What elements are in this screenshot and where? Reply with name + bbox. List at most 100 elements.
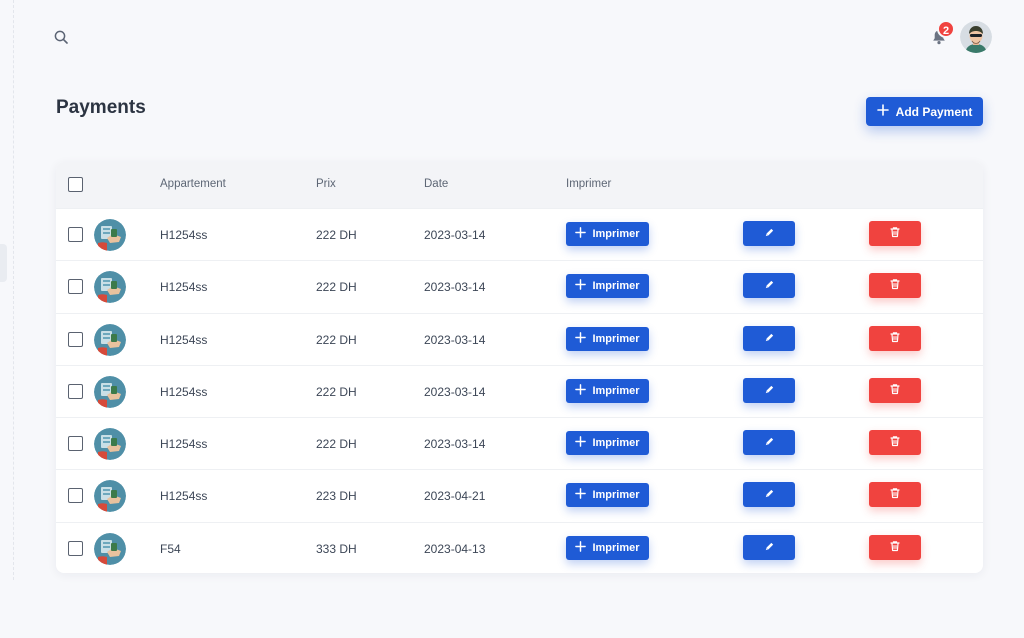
appartement-cell: H1254ss: [160, 332, 208, 347]
print-button[interactable]: Imprimer: [566, 274, 649, 299]
plus-icon: [575, 279, 587, 293]
column-header-appartement: Appartement: [160, 178, 226, 190]
table-row: H1254ss 222 DH 2023-03-14 Imprimer: [56, 417, 983, 469]
edit-button[interactable]: [743, 221, 795, 246]
trash-icon: [889, 331, 901, 346]
date-cell: 2023-03-14: [424, 280, 486, 295]
print-label: Imprimer: [592, 280, 640, 293]
table-row: H1254ss 222 DH 2023-03-14 Imprimer: [56, 208, 983, 260]
trash-icon: [889, 226, 901, 241]
plus-icon: [575, 331, 587, 346]
prix-cell: 222 DH: [316, 280, 357, 295]
row-checkbox[interactable]: [68, 488, 83, 504]
appartement-cell: H1254ss: [160, 280, 208, 295]
delete-button[interactable]: [869, 430, 921, 456]
table-row: H1254ss 222 DH 2023-03-14 Imprimer: [56, 312, 983, 365]
print-label: Imprimer: [592, 332, 640, 345]
delete-button[interactable]: [869, 221, 921, 246]
pencil-icon: [764, 278, 775, 293]
print-button[interactable]: Imprimer: [566, 431, 649, 456]
pencil-icon: [764, 383, 775, 398]
edit-button[interactable]: [743, 377, 795, 403]
column-header-prix: Prix: [316, 178, 336, 190]
apartment-thumbnail: [94, 428, 126, 461]
row-checkbox[interactable]: [68, 279, 83, 295]
print-label: Imprimer: [592, 384, 640, 397]
sidebar-rail: [0, 0, 14, 580]
delete-button[interactable]: [869, 273, 921, 299]
sidebar-toggle[interactable]: [0, 244, 7, 282]
row-checkbox[interactable]: [68, 540, 83, 556]
prix-cell: 222 DH: [316, 228, 357, 242]
delete-button[interactable]: [869, 325, 921, 351]
date-cell: 2023-03-14: [424, 437, 486, 452]
trash-icon: [889, 278, 901, 293]
page-title: Payments: [56, 97, 146, 118]
row-checkbox[interactable]: [68, 383, 83, 399]
apartment-thumbnail: [94, 219, 126, 251]
user-avatar[interactable]: [960, 21, 992, 53]
print-button[interactable]: Imprimer: [566, 483, 649, 508]
row-checkbox[interactable]: [68, 436, 83, 452]
edit-button[interactable]: [743, 482, 795, 508]
appartement-cell: H1254ss: [160, 228, 208, 242]
row-checkbox[interactable]: [68, 331, 83, 347]
table-row: H1254ss 223 DH 2023-04-21 Imprimer: [56, 469, 983, 521]
prix-cell: 223 DH: [316, 489, 357, 504]
plus-icon: [575, 436, 587, 450]
apartment-thumbnail: [94, 532, 126, 565]
prix-cell: 222 DH: [316, 384, 357, 399]
plus-icon: [575, 540, 587, 555]
appartement-cell: F54: [160, 541, 181, 556]
prix-cell: 222 DH: [316, 332, 357, 347]
trash-icon: [889, 487, 901, 502]
delete-button[interactable]: [869, 482, 921, 508]
payments-table: Appartement Prix Date Imprimer H1254ss 2…: [56, 162, 983, 573]
add-payment-label: Add Payment: [895, 104, 973, 119]
pencil-icon: [764, 331, 775, 346]
date-cell: 2023-03-14: [424, 228, 486, 242]
pencil-icon: [764, 435, 775, 450]
print-button[interactable]: Imprimer: [566, 378, 649, 403]
select-all-checkbox[interactable]: [68, 177, 83, 192]
notification-badge: 2: [937, 20, 955, 38]
apartment-thumbnail: [94, 375, 126, 408]
pencil-icon: [764, 487, 775, 502]
table-header: Appartement Prix Date Imprimer: [56, 162, 983, 208]
apartment-thumbnail: [94, 323, 126, 356]
appartement-cell: H1254ss: [160, 384, 208, 399]
table-body: H1254ss 222 DH 2023-03-14 Imprimer H1254…: [56, 208, 983, 573]
date-cell: 2023-04-13: [424, 541, 486, 556]
trash-icon: [889, 383, 901, 398]
pencil-icon: [764, 540, 775, 555]
table-row: H1254ss 222 DH 2023-03-14 Imprimer: [56, 260, 983, 312]
delete-button[interactable]: [869, 377, 921, 403]
search-icon[interactable]: [54, 30, 68, 44]
apartment-thumbnail: [94, 480, 126, 513]
print-label: Imprimer: [592, 228, 640, 240]
appartement-cell: H1254ss: [160, 437, 208, 452]
print-button[interactable]: Imprimer: [566, 326, 649, 351]
print-label: Imprimer: [592, 489, 640, 502]
delete-button[interactable]: [869, 534, 921, 560]
edit-button[interactable]: [743, 430, 795, 456]
edit-button[interactable]: [743, 273, 795, 299]
plus-icon: [575, 488, 587, 502]
row-checkbox[interactable]: [68, 227, 83, 242]
print-button[interactable]: Imprimer: [566, 222, 649, 246]
plus-icon: [575, 384, 587, 398]
print-label: Imprimer: [592, 541, 640, 554]
table-row: F54 333 DH 2023-04-13 Imprimer: [56, 521, 983, 573]
trash-icon: [889, 540, 901, 555]
date-cell: 2023-03-14: [424, 384, 486, 399]
print-button[interactable]: Imprimer: [566, 535, 649, 560]
trash-icon: [889, 435, 901, 450]
pencil-icon: [764, 226, 775, 241]
plus-icon: [876, 104, 889, 119]
add-payment-button[interactable]: Add Payment: [866, 97, 983, 126]
table-row: H1254ss 222 DH 2023-03-14 Imprimer: [56, 364, 983, 417]
edit-button[interactable]: [743, 534, 795, 560]
print-label: Imprimer: [592, 437, 640, 450]
edit-button[interactable]: [743, 325, 795, 351]
column-header-imprimer: Imprimer: [566, 178, 612, 190]
